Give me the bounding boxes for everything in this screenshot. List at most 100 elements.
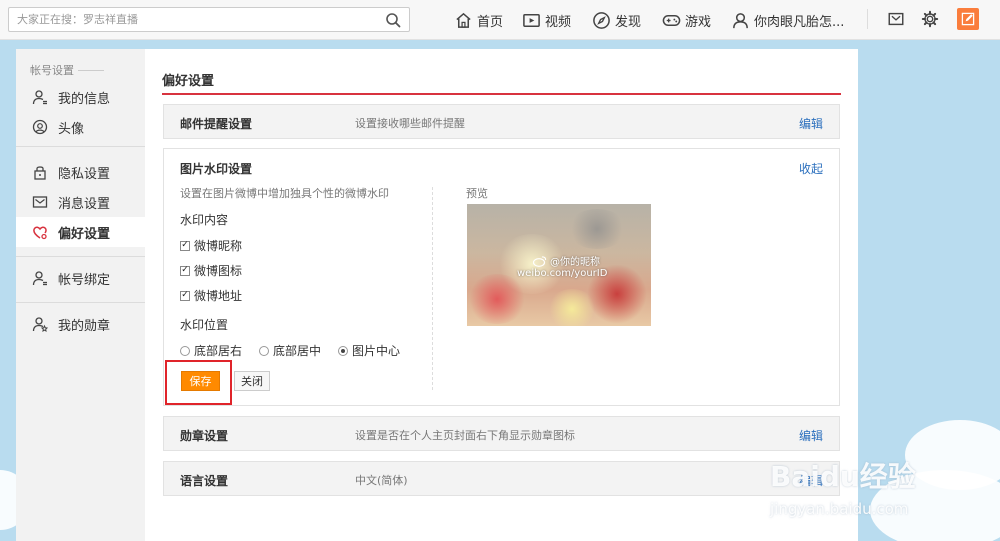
sidebar-item-label: 我的勋章 (58, 318, 111, 334)
sidebar-item-my-info[interactable]: 我的信息 (16, 82, 145, 112)
preview-watermark-name: @你的昵称 (533, 253, 600, 268)
highlight-box (165, 360, 232, 405)
watermark-collapse-link[interactable]: 收起 (799, 160, 823, 177)
checkbox-label: 微博地址 (194, 289, 243, 303)
email-edit-link[interactable]: 编辑 (799, 115, 823, 132)
section-title: 勋章设置 (180, 429, 229, 443)
sidebar-divider (16, 302, 145, 303)
nav-games-label: 游戏 (685, 14, 712, 30)
nav-discover-label: 发现 (615, 14, 642, 30)
bokeh-light (467, 274, 527, 324)
checkbox-checked[interactable]: ✓ (180, 240, 190, 251)
sidebar-item-label: 偏好设置 (58, 226, 111, 242)
radio-label: 底部居中 (273, 344, 322, 358)
checkbox-checked[interactable]: ✓ (180, 265, 190, 276)
sidebar-item-label: 头像 (58, 121, 85, 137)
watermark-preview-image: @你的昵称 weibo.com/yourID (467, 204, 651, 326)
medal-icon (32, 317, 48, 332)
preview-watermark-url: weibo.com/yourID (517, 268, 608, 279)
title-underline (162, 93, 841, 95)
sidebar-item-avatar[interactable]: 头像 (16, 112, 145, 142)
sidebar-item-medals[interactable]: 我的勋章 (16, 309, 145, 339)
section-description: 中文(简体) (355, 474, 408, 487)
checkbox-label: 微博昵称 (194, 239, 243, 253)
lock-icon (34, 166, 46, 180)
heart-gear-icon (33, 226, 47, 240)
sidebar-divider (16, 146, 145, 147)
mail-button[interactable] (885, 8, 907, 30)
bokeh-light (567, 209, 627, 249)
radio-bottom-right[interactable]: 底部居右 (180, 342, 242, 359)
checkbox-weibo-address[interactable]: ✓ 微博地址 (180, 287, 242, 304)
nav-home[interactable]: 首页 (454, 8, 503, 32)
search-icon[interactable] (385, 12, 401, 28)
video-icon (523, 13, 540, 27)
sidebar-item-account-binding[interactable]: 帐号绑定 (16, 263, 145, 293)
sidebar-item-label: 我的信息 (58, 91, 111, 107)
radio-image-center[interactable]: 图片中心 (338, 342, 400, 359)
top-navigation-bar: 首页 视频 发现 游戏 你肉眼凡胎怎... (0, 0, 1000, 40)
watermark-settings-section: 图片水印设置 收起 设置在图片微博中增加独具个性的微博水印 水印内容 ✓ 微博昵… (163, 148, 840, 406)
nav-discover[interactable]: 发现 (592, 8, 641, 32)
section-title: 图片水印设置 (180, 162, 253, 176)
topbar-divider (867, 9, 868, 29)
nav-profile[interactable]: 你肉眼凡胎怎... (731, 8, 844, 32)
nav-home-label: 首页 (477, 14, 504, 30)
checkbox-checked[interactable]: ✓ (180, 290, 190, 301)
medal-edit-link[interactable]: 编辑 (799, 427, 823, 444)
watermark-content-label: 水印内容 (180, 213, 229, 227)
search-input[interactable] (9, 8, 369, 31)
radio-label: 图片中心 (352, 344, 401, 358)
checkbox-weibo-nickname[interactable]: ✓ 微博昵称 (180, 237, 242, 254)
radio-button[interactable] (259, 345, 270, 356)
sidebar-item-label: 帐号绑定 (58, 272, 111, 288)
preview-name-text: @你的昵称 (550, 257, 600, 268)
settings-content: 偏好设置 邮件提醒设置 设置接收哪些邮件提醒 编辑 图片水印设置 收起 设置在图… (162, 49, 842, 541)
gear-icon (921, 10, 939, 28)
radio-button[interactable] (180, 345, 190, 356)
baidu-watermark-url: jingyan.baidu.com (770, 500, 909, 518)
checkbox-label: 微博图标 (194, 264, 243, 278)
sidebar-item-messages[interactable]: 消息设置 (16, 187, 145, 217)
user-info-icon (32, 90, 47, 105)
section-title: 邮件提醒设置 (180, 117, 253, 131)
sidebar-divider (16, 256, 145, 257)
bokeh-light (547, 289, 597, 326)
user-icon (733, 12, 748, 28)
page-title: 偏好设置 (162, 74, 215, 89)
radio-label: 底部居右 (194, 344, 243, 358)
compass-icon (593, 11, 610, 29)
sidebar-header-line (78, 69, 104, 71)
close-button[interactable]: 关闭 (234, 371, 270, 391)
language-settings-section: 语言设置 中文(简体) 编辑 (163, 461, 840, 496)
nav-profile-label: 你肉眼凡胎怎... (754, 14, 845, 30)
baidu-watermark-brand: Baidu经验 (770, 460, 916, 493)
section-title: 语言设置 (180, 474, 229, 488)
gamepad-icon (662, 14, 681, 26)
weibo-logo-icon (533, 255, 547, 267)
settings-button[interactable] (919, 8, 941, 30)
account-bind-icon (32, 271, 47, 286)
sidebar-item-label: 隐私设置 (58, 166, 111, 182)
message-icon (32, 196, 48, 208)
section-description: 设置是否在个人主页封面右下角显示勋章图标 (355, 429, 575, 442)
nav-games[interactable]: 游戏 (662, 8, 711, 32)
compose-icon (961, 12, 975, 26)
radio-button-selected[interactable] (338, 345, 349, 356)
nav-video-label: 视频 (545, 14, 572, 30)
avatar-icon (32, 119, 48, 135)
mail-icon (888, 12, 904, 26)
medal-settings-section: 勋章设置 设置是否在个人主页封面右下角显示勋章图标 编辑 (163, 416, 840, 451)
watermark-position-label: 水印位置 (180, 318, 229, 332)
settings-sidebar: 帐号设置 我的信息 头像 隐私设置 消息设置 偏好设置 帐号绑定 我的勋章 (16, 49, 145, 541)
sidebar-item-privacy[interactable]: 隐私设置 (16, 157, 145, 187)
radio-bottom-center[interactable]: 底部居中 (259, 342, 321, 359)
sidebar-item-preferences[interactable]: 偏好设置 (16, 217, 145, 247)
dashed-divider (432, 187, 433, 390)
compose-button[interactable] (957, 8, 979, 30)
watermark-position-group: 底部居右 底部居中 图片中心 (180, 342, 417, 359)
nav-video[interactable]: 视频 (522, 8, 571, 32)
sidebar-group-header: 帐号设置 (30, 62, 104, 78)
checkbox-weibo-icon[interactable]: ✓ 微博图标 (180, 262, 242, 279)
search-box[interactable] (8, 7, 410, 32)
